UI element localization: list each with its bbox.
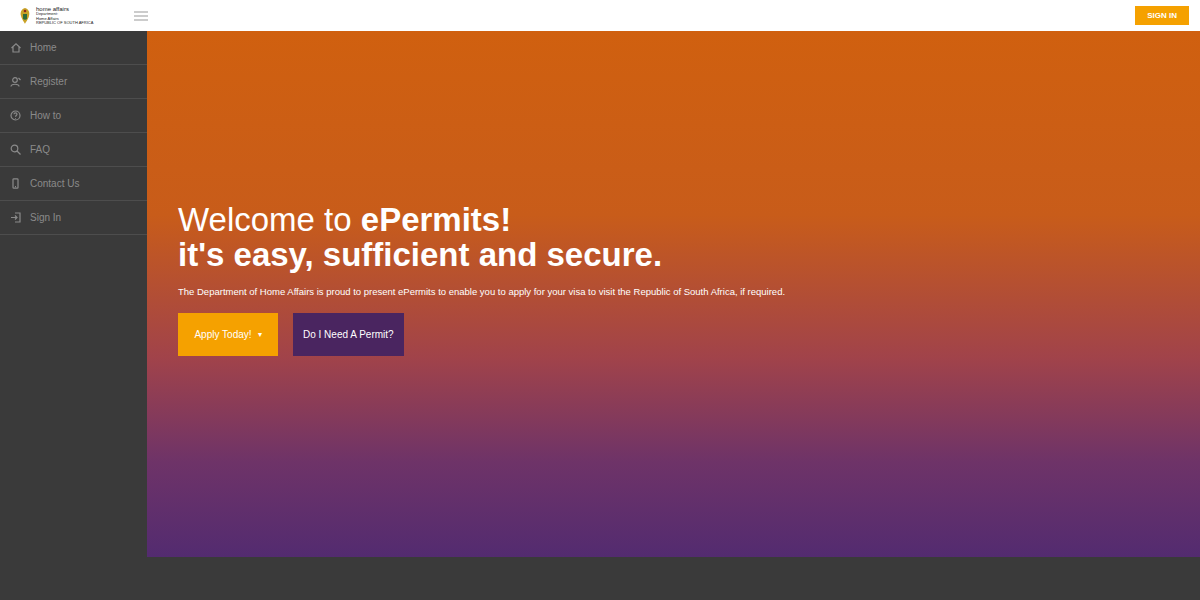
- search-icon: [10, 144, 21, 155]
- hero-text: The Department of Home Affairs is proud …: [178, 285, 1180, 299]
- sidebar-label: Register: [30, 74, 67, 89]
- sidebar-item[interactable]: Contact Us: [0, 167, 147, 201]
- logo[interactable]: home affairsDepartment:Home AffairsREPUB…: [18, 4, 126, 28]
- apply-label: Apply Today!: [194, 327, 251, 342]
- hero-title: Welcome to ePermits!: [178, 203, 1180, 238]
- top-bar: home affairsDepartment:Home AffairsREPUB…: [0, 0, 1200, 31]
- hero-buttons: Apply Today! ▾ Do I Need A Permit?: [178, 313, 1180, 356]
- sidebar-label: Contact Us: [30, 176, 79, 191]
- hero-subtitle: it's easy, sufficient and secure.: [178, 238, 1180, 273]
- apply-button[interactable]: Apply Today! ▾: [178, 313, 278, 356]
- sidebar-item[interactable]: Register: [0, 65, 147, 99]
- logo-line: REPUBLIC OF SOUTH AFRICA: [36, 21, 93, 25]
- sidebar-item[interactable]: How to: [0, 99, 147, 133]
- user-icon: [10, 76, 21, 87]
- hero-title-bold: ePermits!: [361, 201, 511, 238]
- home-icon: [10, 42, 21, 53]
- sidebar-label: Home: [30, 40, 57, 55]
- caret-icon: ▾: [258, 329, 262, 341]
- permit-button[interactable]: Do I Need A Permit?: [293, 313, 404, 356]
- sidebar-label: Sign In: [30, 210, 61, 225]
- logo-text: home affairsDepartment:Home AffairsREPUB…: [36, 6, 93, 25]
- sidebar-item[interactable]: Home: [0, 31, 147, 65]
- sign-in-icon: [10, 212, 21, 223]
- coat-of-arms-icon: [18, 4, 32, 28]
- sidebar-item[interactable]: FAQ: [0, 133, 147, 167]
- sidebar-item[interactable]: Sign In: [0, 201, 147, 235]
- sidebar-label: How to: [30, 108, 61, 123]
- hero-banner: Welcome to ePermits!it's easy, sufficien…: [147, 31, 1200, 557]
- hero-title-light: Welcome to: [178, 201, 352, 238]
- page-body: Home Register How to FAQ Contact Us Sign In We…: [0, 31, 1200, 600]
- menu-icon[interactable]: [134, 11, 148, 21]
- footer-strip: [147, 557, 1200, 600]
- main: Welcome to ePermits!it's easy, sufficien…: [147, 31, 1200, 600]
- sidebar: Home Register How to FAQ Contact Us Sign In: [0, 31, 147, 600]
- help-icon: [10, 110, 21, 121]
- sidebar-label: FAQ: [30, 142, 50, 157]
- phone-icon: [10, 178, 21, 189]
- sign-in-button[interactable]: SIGN IN: [1135, 6, 1189, 25]
